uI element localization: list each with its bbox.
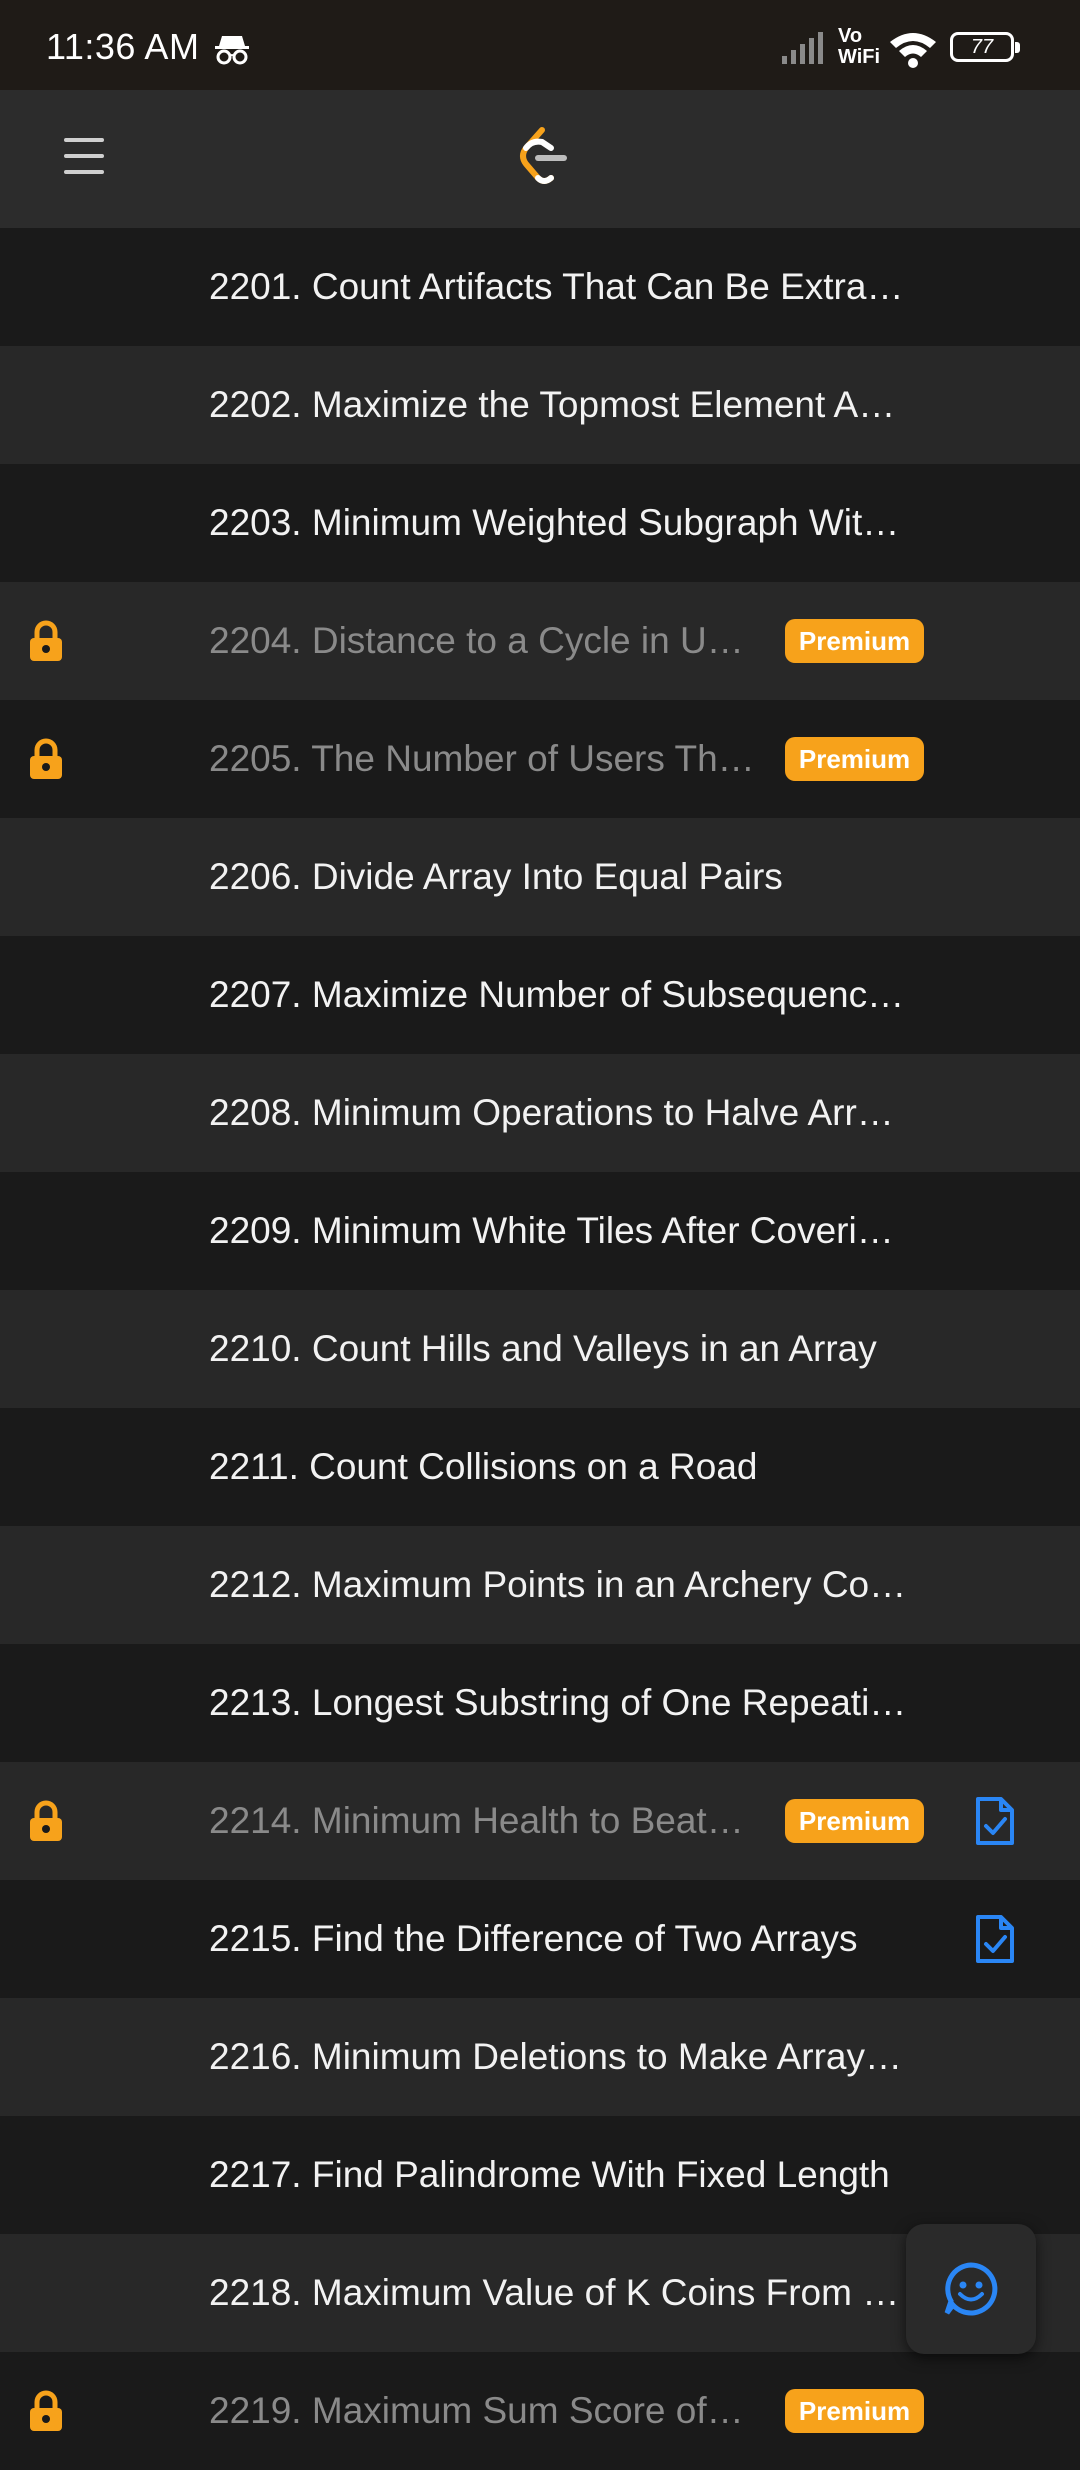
lock-icon bbox=[30, 738, 62, 779]
vowifi-bottom: WiFi bbox=[838, 46, 881, 68]
problem-title: 2202. Maximize the Topmost Element A… bbox=[209, 384, 896, 425]
vowifi-top: Vo bbox=[838, 25, 863, 47]
hamburger-icon[interactable] bbox=[64, 138, 104, 178]
lock-icon bbox=[30, 2390, 62, 2431]
smiley-feedback-icon bbox=[944, 2262, 998, 2316]
problem-title: 2213. Longest Substring of One Repeati… bbox=[209, 1682, 907, 1723]
problem-row[interactable]: 2212. Maximum Points in an Archery Co… bbox=[0, 1526, 1080, 1644]
problem-title: 2211. Count Collisions on a Road bbox=[209, 1446, 758, 1487]
problem-row[interactable]: 2206. Divide Array Into Equal Pairs bbox=[0, 818, 1080, 936]
lock-icon bbox=[30, 620, 62, 661]
problem-row[interactable]: 2211. Count Collisions on a Road bbox=[0, 1408, 1080, 1526]
leetcode-logo-icon[interactable] bbox=[518, 126, 568, 190]
problem-row[interactable]: 2201. Count Artifacts That Can Be Extra… bbox=[0, 228, 1080, 346]
problem-row[interactable]: 2204. Distance to a Cycle in U… Premium bbox=[0, 582, 1080, 700]
premium-badge: Premium bbox=[785, 2389, 924, 2433]
problem-title: 2212. Maximum Points in an Archery Co… bbox=[209, 1564, 907, 1605]
problem-title: 2209. Minimum White Tiles After Coveri… bbox=[209, 1210, 894, 1251]
premium-badge: Premium bbox=[785, 737, 924, 781]
solution-doc-icon[interactable] bbox=[974, 1914, 1016, 1964]
lock-icon bbox=[30, 1800, 62, 1841]
problem-row[interactable]: 2205. The Number of Users Th… Premium bbox=[0, 700, 1080, 818]
problem-title: 2218. Maximum Value of K Coins From … bbox=[209, 2272, 900, 2313]
problem-title: 2201. Count Artifacts That Can Be Extra… bbox=[209, 266, 904, 307]
problem-row[interactable]: 2213. Longest Substring of One Repeati… bbox=[0, 1644, 1080, 1762]
problem-title: 2216. Minimum Deletions to Make Array… bbox=[209, 2036, 902, 2077]
status-bar: 11:36 AM Vo WiFi 77 bbox=[0, 0, 1080, 90]
problem-row[interactable]: 2203. Minimum Weighted Subgraph Wit… bbox=[0, 464, 1080, 582]
problem-title: 2205. The Number of Users Th… bbox=[209, 738, 755, 779]
solution-doc-icon[interactable] bbox=[974, 1796, 1016, 1846]
problem-row[interactable]: 2219. Maximum Sum Score of… Premium bbox=[0, 2352, 1080, 2470]
problem-row[interactable]: 2208. Minimum Operations to Halve Arr… bbox=[0, 1054, 1080, 1172]
problem-row[interactable]: 2202. Maximize the Topmost Element A… bbox=[0, 346, 1080, 464]
status-time: 11:36 AM bbox=[46, 26, 200, 67]
premium-badge: Premium bbox=[785, 619, 924, 663]
vowifi-indicator: Vo WiFi bbox=[838, 26, 880, 68]
problem-title: 2217. Find Palindrome With Fixed Length bbox=[209, 2154, 890, 2195]
problem-title: 2206. Divide Array Into Equal Pairs bbox=[209, 856, 783, 897]
incognito-icon bbox=[215, 36, 249, 65]
problem-title: 2219. Maximum Sum Score of… bbox=[209, 2390, 744, 2431]
problem-title: 2215. Find the Difference of Two Arrays bbox=[209, 1918, 858, 1959]
signal-icon bbox=[782, 32, 823, 64]
problem-title: 2203. Minimum Weighted Subgraph Wit… bbox=[209, 502, 900, 543]
battery-indicator: 77 bbox=[950, 32, 1020, 62]
problem-row[interactable]: 2217. Find Palindrome With Fixed Length bbox=[0, 2116, 1080, 2234]
problem-title: 2204. Distance to a Cycle in U… bbox=[209, 620, 744, 661]
problem-row[interactable]: 2207. Maximize Number of Subsequenc… bbox=[0, 936, 1080, 1054]
wifi-icon bbox=[890, 33, 936, 68]
problem-title: 2214. Minimum Health to Beat… bbox=[209, 1800, 744, 1841]
feedback-button[interactable] bbox=[906, 2224, 1036, 2354]
problem-row[interactable]: 2214. Minimum Health to Beat… Premium bbox=[0, 1762, 1080, 1880]
problem-row[interactable]: 2210. Count Hills and Valleys in an Arra… bbox=[0, 1290, 1080, 1408]
premium-badge: Premium bbox=[785, 1799, 924, 1843]
problem-row[interactable]: 2216. Minimum Deletions to Make Array… bbox=[0, 1998, 1080, 2116]
problem-row[interactable]: 2209. Minimum White Tiles After Coveri… bbox=[0, 1172, 1080, 1290]
problem-row[interactable]: 2215. Find the Difference of Two Arrays bbox=[0, 1880, 1080, 1998]
problem-title: 2210. Count Hills and Valleys in an Arra… bbox=[209, 1328, 877, 1369]
problem-title: 2207. Maximize Number of Subsequenc… bbox=[209, 974, 905, 1015]
problem-title: 2208. Minimum Operations to Halve Arr… bbox=[209, 1092, 894, 1133]
